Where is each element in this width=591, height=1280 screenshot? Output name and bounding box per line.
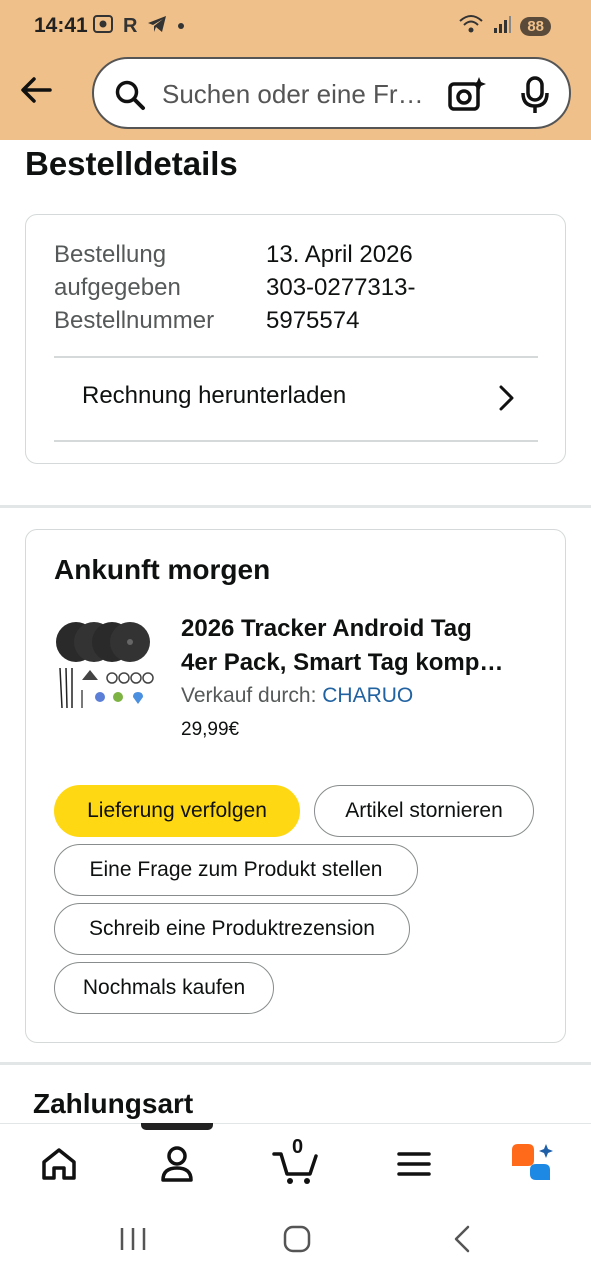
status-bar: 14:41 R 88 (0, 0, 591, 52)
ask-question-button[interactable]: Eine Frage zum Produkt stellen (54, 844, 418, 896)
account-icon[interactable] (155, 1142, 199, 1186)
arrival-heading: Ankunft morgen (54, 554, 271, 585)
microphone-icon[interactable] (520, 75, 550, 120)
recent-apps-icon[interactable] (118, 1224, 148, 1259)
seller-info: Verkauf durch: CHARUO (181, 684, 413, 708)
divider (54, 440, 538, 442)
write-review-button[interactable]: Schreib eine Produktrezension (54, 903, 410, 955)
rufus-icon[interactable] (508, 1142, 556, 1186)
order-number-label: Bestellnummer (54, 307, 215, 334)
search-bar[interactable]: Suchen oder eine Fr… (92, 57, 571, 129)
order-number-part1: 303-0277313- (266, 274, 416, 301)
payment-method-heading: Zahlungsart (33, 1088, 194, 1119)
product-image[interactable] (54, 610, 158, 714)
seller-link[interactable]: CHARUO (322, 684, 413, 707)
home-button-icon[interactable] (282, 1224, 312, 1259)
section-separator (0, 505, 591, 508)
download-invoice-link[interactable]: Rechnung herunterladen (82, 382, 346, 410)
wifi-icon (458, 13, 484, 40)
battery-indicator: 88 (520, 16, 551, 36)
section-separator (0, 1062, 591, 1065)
cart-count: 0 (292, 1136, 304, 1158)
status-time: 14:41 (34, 14, 88, 37)
bottom-nav: 0 (0, 1123, 591, 1200)
shipment-card: Ankunft morgen 2026 Tracker Android Tag … (25, 529, 566, 1043)
screen-record-icon (92, 13, 114, 40)
camera-icon[interactable] (446, 75, 486, 120)
page-title: Bestelldetails (25, 145, 238, 182)
product-price: 29,99€ (181, 719, 240, 740)
search-icon (114, 79, 146, 116)
order-summary-card: Bestellung 13. April 2026 aufgegeben 303… (25, 214, 566, 464)
order-placed-label: Bestellung (54, 241, 167, 268)
buy-again-button[interactable]: Nochmals kaufen (54, 962, 274, 1014)
product-title-line2: 4er Pack, Smart Tag komp… (181, 649, 504, 676)
back-arrow-icon (21, 77, 52, 103)
system-icons: 88 (458, 14, 551, 38)
back-button[interactable] (16, 72, 56, 108)
signal-icon (492, 14, 512, 39)
order-number-part2: 5975574 (266, 307, 360, 334)
divider (54, 356, 538, 358)
app-header: 14:41 R 88 Suchen oder eine Fr… (0, 0, 591, 140)
system-back-icon[interactable] (448, 1224, 478, 1259)
active-tab-indicator (141, 1123, 213, 1130)
product-title[interactable]: 2026 Tracker Android Tag 4er Pack, Smart… (181, 612, 541, 680)
product-title-line1: 2026 Tracker Android Tag (181, 615, 472, 642)
dot-icon (177, 17, 185, 35)
cart-icon[interactable]: 0 (272, 1136, 322, 1186)
r-app-icon: R (123, 14, 138, 37)
order-placed-label-cont: aufgegeben (54, 274, 181, 301)
seller-label: Verkauf durch: (181, 684, 317, 707)
cancel-item-button[interactable]: Artikel stornieren (314, 785, 534, 837)
order-date: 13. April 2026 (266, 241, 413, 268)
telegram-icon (146, 13, 168, 40)
chevron-right-icon[interactable] (496, 384, 516, 417)
system-navigation-bar (0, 1200, 591, 1280)
track-delivery-button[interactable]: Lieferung verfolgen (54, 785, 300, 837)
menu-icon[interactable] (392, 1142, 436, 1186)
notification-icons: R (92, 14, 185, 38)
search-input[interactable]: Suchen oder eine Fr… (162, 79, 424, 110)
home-icon[interactable] (37, 1142, 81, 1186)
